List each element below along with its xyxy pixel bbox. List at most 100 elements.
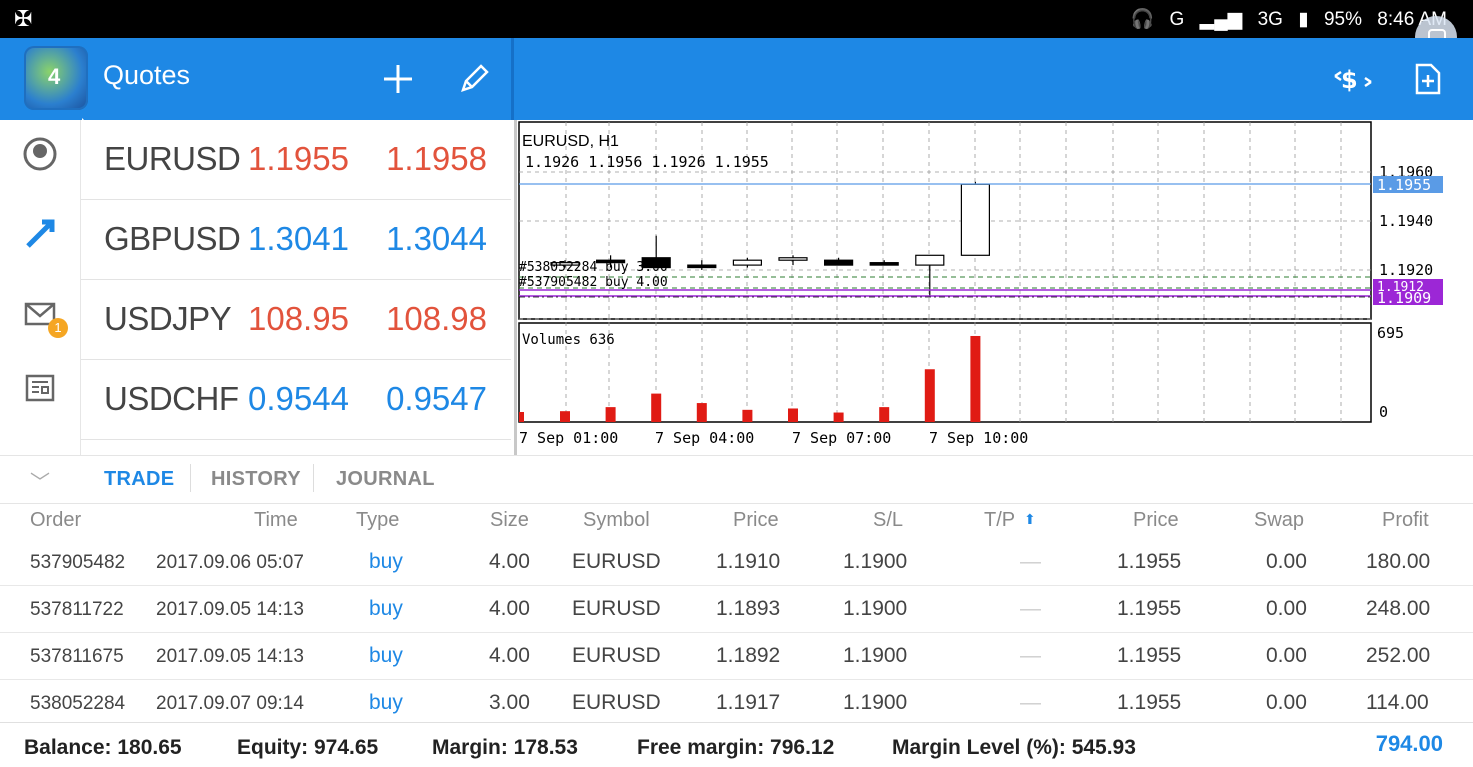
candle-body [869, 262, 899, 266]
dollar-exchange-icon[interactable]: $ [1333, 62, 1373, 102]
col-profit[interactable]: Profit [1382, 509, 1429, 532]
price-tick-1940: 1.1940 [1379, 212, 1433, 230]
col-type[interactable]: Type [356, 509, 399, 532]
volume-bar [696, 403, 707, 422]
candle-body [732, 259, 762, 266]
cell-type: buy [369, 597, 403, 620]
cell-tp: — [1020, 691, 1041, 714]
cell-type: buy [369, 550, 403, 573]
quote-bid: 108.95 [248, 300, 349, 337]
cell-current-price: 1.1955 [1117, 644, 1182, 667]
table-row[interactable]: 538052284 2017.09.07 09:14 buy 3.00 EURUSD 1.… [0, 679, 1473, 727]
col-time[interactable]: Time [254, 509, 298, 532]
pencil-icon[interactable] [457, 62, 491, 102]
cell-sl: 1.1900 [843, 597, 908, 620]
tab-trade[interactable]: TRADE [104, 468, 174, 491]
side-navigation: 1 [0, 120, 81, 455]
volume-bar [560, 411, 570, 422]
app-logo[interactable] [24, 46, 88, 110]
tab-divider [313, 464, 314, 492]
chart-ohlc: 1.1926 1.1956 1.1926 1.1955 [525, 153, 769, 171]
cell-open-price: 1.1892 [716, 644, 781, 667]
cell-tp: — [1020, 597, 1041, 620]
cell-swap: 0.00 [1266, 550, 1307, 573]
col-size[interactable]: Size [490, 509, 529, 532]
headphones-icon: 🎧 [1130, 9, 1155, 30]
cell-open-price: 1.1917 [716, 691, 781, 714]
equity: Equity: 974.65 [237, 736, 379, 759]
cell-symbol: EURUSD [572, 597, 661, 620]
chart-svg[interactable]: EURUSD, H1 1.1926 1.1956 1.1926 1.1955 #… [517, 120, 1473, 455]
cell-open-price: 1.1893 [716, 597, 781, 620]
status-indicators: 🎧 G ▂▄▆ 3G ▮ 95% 8:46 AM [1121, 7, 1447, 31]
cell-symbol: EURUSD [572, 691, 661, 714]
col-swap[interactable]: Swap [1254, 509, 1304, 532]
quotes-nav-icon[interactable] [20, 136, 60, 176]
quote-row[interactable]: EURUSD 1.1955 1.1958 [81, 120, 511, 200]
price-chart[interactable]: EURUSD, H1 1.1926 1.1956 1.1926 1.1955 #… [514, 120, 1473, 455]
table-row[interactable]: 537811675 2017.09.05 14:13 buy 4.00 EURUSD 1.… [0, 632, 1473, 680]
price-tick-1920: 1.1920 [1379, 261, 1433, 279]
col-order[interactable]: Order [30, 509, 81, 532]
col-symbol[interactable]: Symbol [583, 509, 650, 532]
cell-size: 4.00 [489, 597, 530, 620]
quote-symbol: GBPUSD [104, 220, 241, 257]
account-summary: Balance: 180.65 Equity: 974.65 Margin: 1… [0, 722, 1473, 767]
cell-tp: — [1020, 644, 1041, 667]
table-row[interactable]: 537811722 2017.09.05 14:13 buy 4.00 EURUSD 1.… [0, 585, 1473, 633]
quote-ask: 108.98 [386, 300, 487, 337]
volume-bar [833, 412, 844, 422]
plus-icon[interactable] [381, 62, 415, 102]
volume-bar [742, 409, 753, 422]
mail-badge: 1 [48, 318, 68, 338]
quotes-app-bar: Quotes [0, 38, 511, 120]
trade-table-header: Order Time Type Size Symbol Price S/L T/… [0, 503, 1473, 539]
volumes-label: Volumes 636 [522, 332, 615, 348]
cell-current-price: 1.1955 [1117, 550, 1182, 573]
candle-body [778, 257, 808, 261]
tab-journal[interactable]: JOURNAL [336, 468, 435, 491]
add-document-icon[interactable] [1413, 62, 1443, 102]
news-nav-icon[interactable] [20, 370, 60, 410]
cell-time: 2017.09.05 14:13 [156, 599, 304, 620]
cell-swap: 0.00 [1266, 691, 1307, 714]
col-sl[interactable]: S/L [873, 509, 903, 532]
cell-size: 4.00 [489, 550, 530, 573]
volume-bar [651, 393, 662, 422]
chevron-down-icon[interactable]: ﹀ [30, 466, 50, 495]
col-price[interactable]: Price [733, 509, 779, 532]
volume-max-tick: 695 [1377, 324, 1404, 342]
quote-row[interactable]: USDJPY 108.95 108.98 [81, 280, 511, 360]
balance: Balance: 180.65 [24, 736, 182, 759]
quote-bid: 0.9544 [248, 380, 349, 417]
quote-row[interactable]: USDCHF 0.9544 0.9547 [81, 360, 511, 440]
volume-bar [879, 407, 890, 422]
time-tick: 7 Sep 01:00 [519, 429, 618, 447]
network-type: G [1169, 9, 1185, 30]
margin-level: Margin Level (%): 545.93 [892, 736, 1136, 759]
candle-body [915, 254, 945, 266]
quote-symbol: EURUSD [104, 140, 241, 177]
quote-row[interactable]: GBPUSD 1.3041 1.3044 [81, 200, 511, 280]
col-tp[interactable]: T/P [984, 509, 1015, 532]
order-label-1: #538052284 buy 3.00 [519, 260, 668, 275]
table-row[interactable]: 537905482 2017.09.06 05:07 buy 4.00 EURUSD 1.… [0, 538, 1473, 586]
cell-profit: 180.00 [1366, 550, 1431, 573]
quote-ask: 0.9547 [386, 380, 487, 417]
volume-bar [788, 408, 798, 422]
time-tick: 7 Sep 10:00 [929, 429, 1028, 447]
battery-level: 95% [1323, 9, 1362, 30]
candle-body [960, 183, 990, 256]
cell-symbol: EURUSD [572, 644, 661, 667]
tab-history[interactable]: HISTORY [211, 468, 301, 491]
col-current-price[interactable]: Price [1133, 509, 1179, 532]
app-bar: Quotes $ [0, 38, 1473, 120]
free-margin: Free margin: 796.12 [637, 736, 835, 759]
trade-nav-icon[interactable] [20, 216, 60, 256]
app-notification-icon: ✠ [14, 6, 33, 31]
cell-order: 537811722 [30, 599, 124, 620]
cell-tp: — [1020, 550, 1041, 573]
chart-title: EURUSD, H1 [522, 133, 619, 150]
cell-symbol: EURUSD [572, 550, 661, 573]
signal-icon: ▂▄▆ [1199, 9, 1243, 30]
